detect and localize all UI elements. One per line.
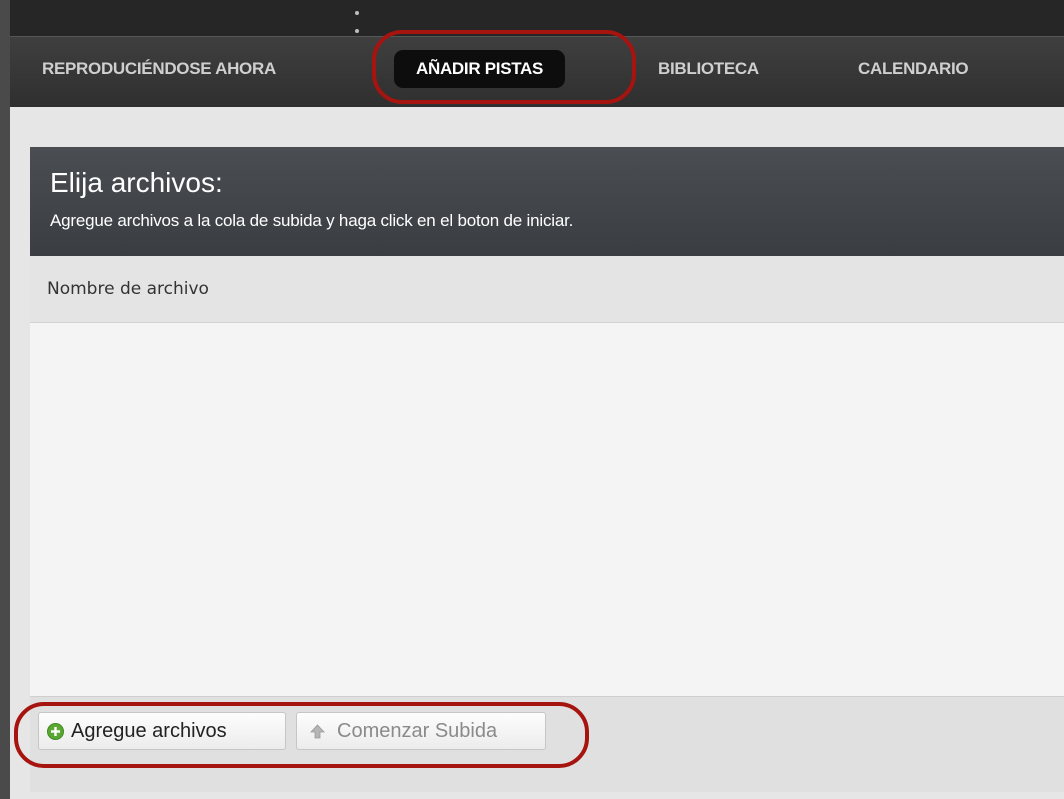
top-strip-dots xyxy=(355,2,435,33)
start-upload-button[interactable]: Comenzar Subida xyxy=(296,712,546,750)
nav-item-now-playing[interactable]: REPRODUCIÉNDOSE AHORA xyxy=(42,59,276,79)
top-strip xyxy=(10,0,1064,36)
upload-panel: Elija archivos: Agregue archivos a la co… xyxy=(30,147,1064,792)
start-upload-label: Comenzar Subida xyxy=(337,720,498,742)
content-frame: Elija archivos: Agregue archivos a la co… xyxy=(10,107,1064,799)
nav-item-calendar[interactable]: CALENDARIO xyxy=(858,59,969,79)
add-files-button[interactable]: Agregue archivos xyxy=(38,712,286,750)
file-list-header: Nombre de archivo xyxy=(30,256,1064,323)
panel-subtitle: Agregue archivos a la cola de subida y h… xyxy=(50,211,574,230)
nav-item-add-tracks[interactable]: AÑADIR PISTAS xyxy=(394,50,566,88)
file-list[interactable] xyxy=(30,323,1064,696)
nav-item-library[interactable]: BIBLIOTECA xyxy=(658,59,759,79)
main-nav: REPRODUCIÉNDOSE AHORA AÑADIR PISTAS BIBL… xyxy=(10,36,1064,107)
arrow-up-icon xyxy=(310,724,325,739)
panel-footer: Agregue archivos Comenzar Subida xyxy=(30,696,1064,792)
panel-title: Elija archivos: xyxy=(50,167,223,198)
panel-header: Elija archivos: Agregue archivos a la co… xyxy=(30,147,1064,256)
plus-circle-icon xyxy=(47,723,64,740)
column-header-filename: Nombre de archivo xyxy=(47,279,209,299)
add-files-label: Agregue archivos xyxy=(71,720,227,742)
